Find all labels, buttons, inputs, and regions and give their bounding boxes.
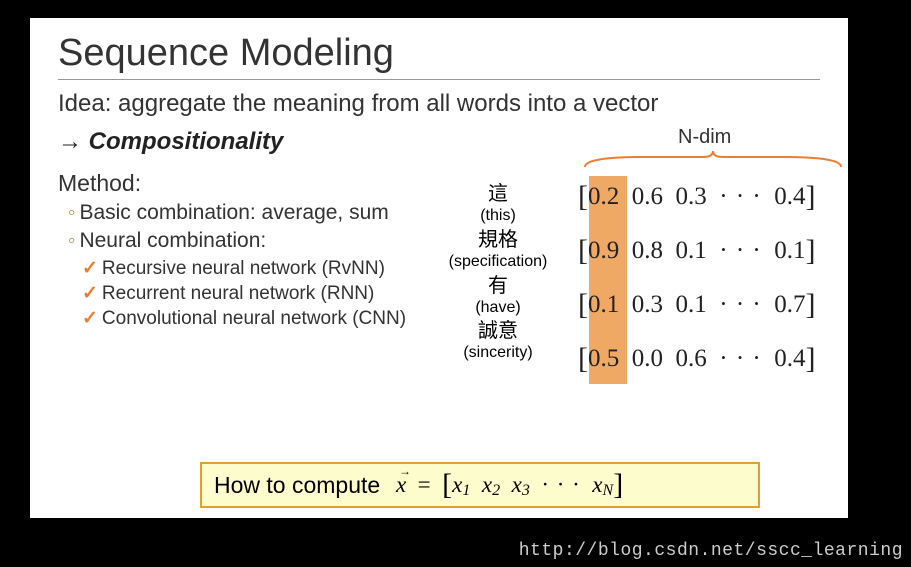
cell: 0.1	[676, 291, 707, 318]
cell: 0.6	[632, 183, 663, 210]
vxn: x	[592, 472, 602, 497]
cell: 0.1	[676, 237, 707, 264]
check-icon: ✓	[82, 283, 98, 304]
check-icon: ✓	[82, 258, 98, 279]
arrow-icon: →	[58, 128, 82, 155]
word-row-3: 有 (have)	[423, 276, 573, 317]
cell: 0.6	[676, 345, 707, 372]
cell: 0.4	[774, 345, 805, 372]
check-icon: ✓	[82, 308, 98, 329]
trans-4: (sincerity)	[463, 344, 532, 361]
vec-x: x	[396, 472, 406, 498]
matrix: [0.2 0.6 0.3 · · · 0.4] [0.9 0.8 0.1 · ·…	[578, 180, 815, 396]
cell: 0.2	[588, 183, 619, 210]
footer-box: How to compute x = [x1 x2 x3 · · · xN]	[200, 462, 760, 508]
bullet-rnn: ✓Recurrent neural network (RNN)	[82, 282, 438, 305]
cell: 0.9	[588, 237, 619, 264]
vs2: 2	[492, 482, 500, 499]
cell: 0.3	[632, 291, 663, 318]
cell: 0.1	[774, 237, 805, 264]
method-label: Method:	[58, 170, 438, 197]
word-1: 這	[488, 183, 508, 205]
slide-title: Sequence Modeling	[58, 32, 820, 75]
vx3: x	[512, 472, 522, 497]
ndim-label: N-dim	[678, 126, 731, 149]
bullet-cnn: ✓Convolutional neural network (CNN)	[82, 307, 438, 330]
vsn: N	[603, 482, 614, 499]
word-row-4: 誠意 (sincerity)	[423, 321, 573, 362]
vx1: x	[452, 472, 462, 497]
matrix-column: N-dim 這(this) 規格(specification) 有(have) …	[438, 166, 820, 406]
cell: · · ·	[719, 237, 761, 264]
title-divider	[58, 79, 820, 80]
word-2: 規格	[478, 229, 518, 251]
bullet-rnn-text: Recurrent neural network (RNN)	[102, 283, 374, 304]
vs3: 3	[522, 482, 530, 499]
slide: Sequence Modeling Idea: aggregate the me…	[30, 18, 848, 518]
cell: 0.5	[588, 345, 619, 372]
vdots: · · ·	[541, 472, 580, 497]
bullet-neural-text: Neural combination:	[79, 229, 266, 252]
eq-sign: =	[418, 472, 431, 497]
bullet-icon: ◦	[68, 201, 75, 224]
vx2: x	[482, 472, 492, 497]
cell: 0.0	[632, 345, 663, 372]
cell: · · ·	[719, 345, 761, 372]
word-3: 有	[488, 275, 508, 297]
idea-text: Idea: aggregate the meaning from all wor…	[58, 90, 820, 118]
trans-2: (specification)	[449, 253, 548, 270]
word-4: 誠意	[478, 320, 518, 342]
brace-icon	[583, 151, 843, 169]
matrix-row-1: [0.2 0.6 0.3 · · · 0.4]	[578, 180, 815, 214]
content-columns: Method: ◦Basic combination: average, sum…	[58, 166, 820, 406]
cell: 0.3	[676, 183, 707, 210]
cell: · · ·	[719, 291, 761, 318]
word-row-1: 這 (this)	[423, 184, 573, 225]
cell: 0.8	[632, 237, 663, 264]
cell: · · ·	[719, 183, 761, 210]
trans-1: (this)	[480, 207, 516, 224]
footer-label: How to compute	[214, 472, 380, 499]
bullet-icon: ◦	[68, 229, 75, 252]
watermark: http://blog.csdn.net/sscc_learning	[519, 541, 903, 561]
matrix-row-4: [0.5 0.0 0.6 · · · 0.4]	[578, 342, 815, 376]
trans-3: (have)	[475, 299, 520, 316]
method-column: Method: ◦Basic combination: average, sum…	[58, 166, 438, 332]
compositionality-label: Compositionality	[89, 128, 284, 155]
word-labels: 這 (this) 規格 (specification) 有 (have) 誠意 (sin…	[423, 184, 573, 367]
bullet-rvnn: ✓Recursive neural network (RvNN)	[82, 257, 438, 280]
bullet-basic: ◦Basic combination: average, sum	[68, 201, 438, 225]
matrix-row-3: [0.1 0.3 0.1 · · · 0.7]	[578, 288, 815, 322]
vs1: 1	[462, 482, 470, 499]
cell: 0.4	[774, 183, 805, 210]
matrix-row-2: [0.9 0.8 0.1 · · · 0.1]	[578, 234, 815, 268]
vector-equation: x = [x1 x2 x3 · · · xN]	[390, 468, 623, 502]
bullet-rvnn-text: Recursive neural network (RvNN)	[102, 258, 385, 279]
cell: 0.7	[774, 291, 805, 318]
word-row-2: 規格 (specification)	[423, 230, 573, 271]
bullet-cnn-text: Convolutional neural network (CNN)	[102, 308, 406, 329]
bullet-neural: ◦Neural combination:	[68, 229, 438, 253]
cell: 0.1	[588, 291, 619, 318]
bullet-basic-text: Basic combination: average, sum	[79, 201, 388, 224]
